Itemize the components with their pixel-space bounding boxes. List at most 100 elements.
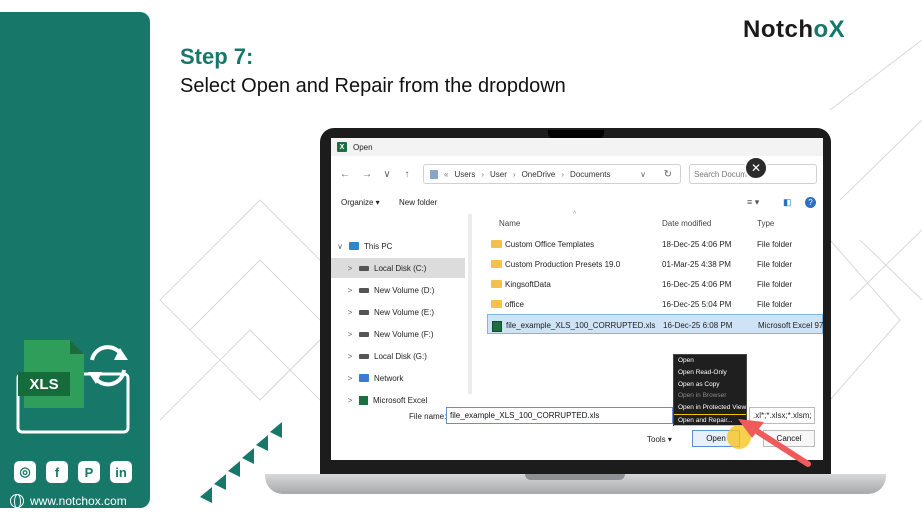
organize-button[interactable]: Organize ▾ [341, 198, 380, 207]
instagram-icon[interactable]: ◎ [14, 461, 36, 483]
file-row[interactable]: file_example_XLS_100_CORRUPTED.xls 16-Dec… [487, 314, 823, 334]
chevron-icon[interactable]: ∨ [331, 242, 349, 251]
menu-item[interactable]: Open in Protected View [674, 402, 746, 414]
nav-item-label: New Volume (D:) [374, 285, 435, 295]
close-icon[interactable]: ✕ [744, 156, 768, 180]
cancel-button[interactable]: Cancel [763, 430, 815, 447]
file-name: Custom Production Presets 19.0 [505, 260, 621, 269]
xls-label: XLS [29, 376, 58, 393]
facebook-icon[interactable]: f [46, 461, 68, 483]
file-row[interactable]: KingsoftData 16-Dec-25 4:06 PM File folder [487, 274, 823, 294]
tools-button[interactable]: Tools ▾ [647, 435, 672, 444]
brand-logo: NotchoX [743, 16, 846, 43]
chevron-icon[interactable]: > [341, 352, 359, 361]
menu-item: Open in Browser [678, 392, 727, 400]
dialog-title: Open [353, 142, 373, 152]
menu-item[interactable]: Open Read-Only [674, 367, 746, 379]
globe-icon [10, 494, 24, 509]
nav-item-label: This PC [364, 241, 393, 251]
nav-item-label: New Volume (F:) [374, 329, 434, 339]
nav-item[interactable]: > New Volume (E:) [331, 302, 465, 322]
open-dialog: X Open ← → ∨ ↑ « Users › User › OneDrive › Docu… [331, 138, 823, 460]
left-sidebar: XLS ◎ f Pin www.notchox.com [0, 12, 150, 509]
step-subtitle: Select Open and Repair from the dropdown [180, 75, 566, 97]
folder-icon [491, 240, 502, 248]
breadcrumb-item[interactable]: OneDrive [522, 170, 556, 179]
forward-arrow-icon[interactable]: → [357, 169, 377, 180]
excel-icon: X [337, 142, 347, 152]
dialog-titlebar: X Open [331, 138, 823, 156]
column-headers: ^ Name Date modified Type [477, 211, 823, 232]
nav-item[interactable]: > Network [331, 368, 465, 388]
new-folder-button[interactable]: New folder [399, 198, 437, 207]
file-name-input[interactable]: file_example_XLS_100_CORRUPTED.xls [446, 407, 673, 424]
up-arrow-icon[interactable]: ↑ [397, 169, 417, 180]
drive-icon [359, 309, 369, 315]
pinterest-icon[interactable]: P [78, 461, 100, 483]
file-type: File folder [757, 280, 793, 289]
chevron-icon[interactable]: > [341, 286, 359, 295]
breadcrumb-separator-icon: « [444, 169, 449, 179]
drive-icon [359, 353, 369, 359]
file-type: Microsoft Excel 97... [758, 321, 823, 330]
folder-icon [491, 280, 502, 288]
file-date: 18-Dec-25 4:06 PM [662, 240, 732, 249]
breadcrumb-separator-icon: › [512, 169, 516, 179]
excel-icon [359, 395, 368, 405]
breadcrumb-item[interactable]: User [490, 170, 507, 179]
menu-item[interactable]: Open and Repair... [674, 413, 746, 426]
menu-item[interactable]: Open as Copy [674, 379, 746, 391]
menu-item[interactable]: Open [674, 355, 746, 367]
linkedin-icon[interactable]: in [110, 461, 132, 483]
step-title: Step 7: [180, 44, 254, 69]
website-link[interactable]: www.notchox.com [10, 494, 127, 509]
address-bar[interactable]: « Users › User › OneDrive › Documents ∨ ↻ [423, 164, 681, 184]
nav-item[interactable]: ∨ This PC [331, 236, 465, 256]
column-date[interactable]: Date modified [662, 219, 711, 228]
triangle-markers [200, 422, 282, 503]
file-type-select[interactable]: .xl*;*.xlsx;*.xlsm; [749, 407, 815, 424]
excel-file-icon [492, 321, 502, 332]
nav-item[interactable]: > Local Disk (C:) [331, 258, 465, 278]
nav-item[interactable]: > Local Disk (G:) [331, 346, 465, 366]
nav-item[interactable]: > New Volume (F:) [331, 324, 465, 344]
nav-item-label: Microsoft Excel [373, 395, 428, 405]
file-date: 16-Dec-25 6:08 PM [663, 321, 733, 330]
chevron-icon[interactable]: > [341, 264, 359, 273]
view-options-icon[interactable]: ≡ ▾ [747, 197, 759, 208]
drive-icon [359, 265, 369, 271]
chevron-icon[interactable]: > [341, 330, 359, 339]
column-name[interactable]: Name [499, 219, 520, 228]
open-dropdown-menu: Open Open Read-Only Open as Copy Open in Br… [673, 354, 747, 426]
nav-item[interactable]: > New Volume (D:) [331, 280, 465, 300]
chevron-icon[interactable]: > [341, 396, 359, 405]
nav-scrollbar[interactable] [468, 214, 472, 394]
navigation-pane: ∨ This PC > Local Disk (C:) > New Volume (D:)… [331, 234, 465, 405]
file-row[interactable]: Custom Office Templates 18-Dec-25 4:06 PM… [487, 234, 823, 254]
sort-up-icon: ^ [573, 211, 577, 218]
breadcrumb-item[interactable]: Users [454, 170, 475, 179]
file-name: office [505, 300, 524, 309]
chevron-icon[interactable]: > [341, 308, 359, 317]
help-icon[interactable]: ? [805, 196, 816, 208]
drive-icon [359, 331, 369, 337]
nav-item-label: Local Disk (G:) [374, 351, 427, 361]
breadcrumb-item[interactable]: Documents [570, 170, 610, 179]
preview-pane-icon[interactable]: ◧ [783, 197, 792, 208]
file-name: Custom Office Templates [505, 240, 595, 249]
refresh-icon[interactable]: ↻ [664, 169, 672, 180]
chevron-icon[interactable]: > [341, 374, 359, 383]
drive-icon [359, 287, 369, 293]
chevron-down-icon[interactable]: ∨ [377, 169, 397, 180]
column-type[interactable]: Type [757, 219, 774, 228]
file-date: 16-Dec-25 4:06 PM [662, 280, 732, 289]
chevron-down-icon[interactable]: ∨ [640, 170, 646, 179]
nav-item-label: Network [374, 373, 404, 383]
file-row[interactable]: office 16-Dec-25 5:04 PM File folder [487, 294, 823, 314]
nav-item-label: New Volume (E:) [374, 307, 435, 317]
cursor-highlight [727, 425, 751, 449]
file-type: File folder [757, 260, 793, 269]
back-arrow-icon[interactable]: ← [335, 169, 355, 180]
file-row[interactable]: Custom Production Presets 19.0 01-Mar-25 … [487, 254, 823, 274]
nav-item-label: Local Disk (C:) [374, 263, 427, 273]
